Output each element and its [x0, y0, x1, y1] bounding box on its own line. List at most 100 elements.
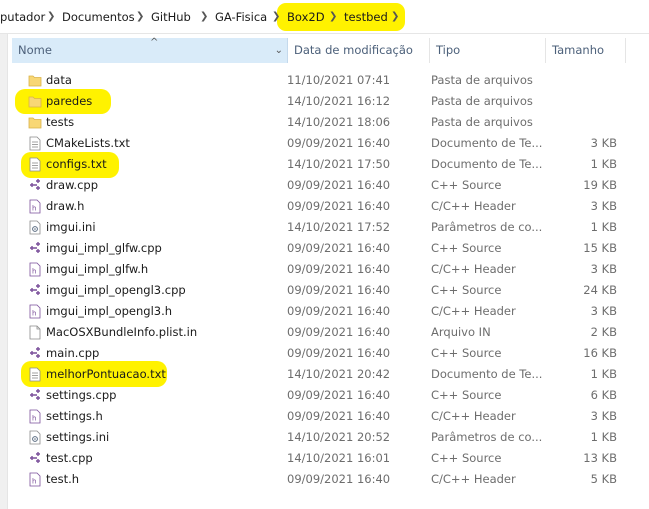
- chevron-right-icon[interactable]: ❯: [272, 8, 280, 26]
- cpp-source-icon: [28, 388, 42, 403]
- file-size: [545, 112, 617, 133]
- file-row[interactable]: h test.h 09/09/2021 16:40 C/C++ Header 5 KB: [8, 469, 649, 490]
- file-row[interactable]: h imgui_impl_glfw.h 09/09/2021 16:40 C/C++ …: [8, 259, 649, 280]
- file-row[interactable]: tests 14/10/2021 18:06 Pasta de arquivos: [8, 112, 649, 133]
- file-name: melhorPontuacao.txt: [46, 367, 166, 381]
- file-size: 3 KB: [590, 136, 617, 150]
- file-type: Parâmetros de co...: [431, 430, 543, 444]
- column-type[interactable]: Tipo: [430, 38, 546, 63]
- file-size: 2 KB: [590, 325, 617, 339]
- file-date-modified: 09/09/2021 16:40: [287, 283, 391, 297]
- file-row[interactable]: data 11/10/2021 07:41 Pasta de arquivos: [8, 70, 649, 91]
- file-type: C/C++ Header: [431, 409, 516, 423]
- file-date-modified: 09/09/2021 16:40: [287, 241, 391, 255]
- file-row[interactable]: imgui.ini 14/10/2021 17:52 Parâmetros de c…: [8, 217, 649, 238]
- file-size: 3 KB: [590, 409, 617, 423]
- file-type: Parâmetros de co...: [431, 220, 543, 234]
- file-name: imgui_impl_opengl3.h: [46, 304, 173, 318]
- chevron-right-icon[interactable]: ❯: [391, 8, 399, 26]
- file-size: 5 KB: [590, 472, 617, 486]
- cpp-source-icon: [28, 451, 42, 466]
- column-name[interactable]: Nome ^ ⌄: [12, 37, 288, 63]
- column-type-label: Tipo: [436, 43, 461, 57]
- address-bar[interactable]: putador ❯ Documentos ❯ GitHub ❯ GA-Fisic…: [0, 0, 649, 34]
- file-row[interactable]: imgui_impl_opengl3.cpp 09/09/2021 16:40 C+…: [8, 280, 649, 301]
- chevron-right-icon[interactable]: ❯: [329, 8, 337, 26]
- header-file-icon: h: [28, 304, 42, 319]
- file-size: 19 KB: [583, 178, 617, 192]
- file-date-modified: 14/10/2021 20:52: [287, 430, 391, 444]
- file-row[interactable]: CMakeLists.txt 09/09/2021 16:40 Documento …: [8, 133, 649, 154]
- generic-file-icon: [28, 325, 42, 340]
- column-header: Nome ^ ⌄ Data de modificação Tipo Tamanh…: [8, 37, 649, 63]
- file-row[interactable]: main.cpp 09/09/2021 16:40 C++ Source 16 KB: [8, 343, 649, 364]
- file-name: MacOSXBundleInfo.plist.in: [46, 325, 198, 339]
- chevron-right-icon[interactable]: ❯: [136, 8, 144, 26]
- file-row[interactable]: test.cpp 14/10/2021 16:01 C++ Source 13 KB: [8, 448, 649, 469]
- text-file-icon: [28, 136, 42, 151]
- text-file-icon: [28, 157, 42, 172]
- folder-icon: [28, 73, 42, 88]
- file-type: C/C++ Header: [431, 262, 516, 276]
- header-file-icon: h: [28, 472, 42, 487]
- file-type: C++ Source: [431, 241, 502, 255]
- svg-text:h: h: [32, 310, 36, 318]
- file-name: draw.h: [46, 199, 85, 213]
- breadcrumb-item-github[interactable]: GitHub: [151, 8, 191, 26]
- file-size: 3 KB: [590, 262, 617, 276]
- file-size: 1 KB: [590, 430, 617, 444]
- file-date-modified: 09/09/2021 16:40: [287, 388, 391, 402]
- file-name: imgui.ini: [46, 220, 96, 234]
- chevron-right-icon[interactable]: ❯: [47, 8, 55, 26]
- file-row[interactable]: h imgui_impl_opengl3.h 09/09/2021 16:40 C/C…: [8, 301, 649, 322]
- file-row[interactable]: melhorPontuacao.txt 14/10/2021 20:42 Docum…: [8, 364, 649, 385]
- cpp-source-icon: [28, 178, 42, 193]
- file-size: 15 KB: [583, 241, 617, 255]
- file-date-modified: 09/09/2021 16:40: [287, 304, 391, 318]
- file-date-modified: 14/10/2021 17:52: [287, 220, 391, 234]
- breadcrumb-item-box2d[interactable]: Box2D: [287, 8, 325, 26]
- file-row[interactable]: configs.txt 14/10/2021 17:50 Documento de …: [8, 154, 649, 175]
- file-row[interactable]: paredes 14/10/2021 16:12 Pasta de arquivos: [8, 91, 649, 112]
- chevron-right-icon[interactable]: ❯: [200, 8, 208, 26]
- file-date-modified: 09/09/2021 16:40: [287, 262, 391, 276]
- file-row[interactable]: settings.cpp 09/09/2021 16:40 C++ Source 6 …: [8, 385, 649, 406]
- file-type: Arquivo IN: [431, 325, 491, 339]
- settings-file-icon: [28, 430, 42, 445]
- file-size: 24 KB: [583, 283, 617, 297]
- column-date[interactable]: Data de modificação: [288, 38, 430, 63]
- file-row[interactable]: h draw.h 09/09/2021 16:40 C/C++ Header 3 KB: [8, 196, 649, 217]
- file-date-modified: 14/10/2021 17:50: [287, 157, 391, 171]
- file-type: Documento de Te...: [431, 136, 543, 150]
- file-type: C/C++ Header: [431, 199, 516, 213]
- file-date-modified: 09/09/2021 16:40: [287, 199, 391, 213]
- file-type: C++ Source: [431, 451, 502, 465]
- file-type: C/C++ Header: [431, 472, 516, 486]
- file-date-modified: 09/09/2021 16:40: [287, 325, 391, 339]
- file-date-modified: 09/09/2021 16:40: [287, 472, 391, 486]
- file-row[interactable]: imgui_impl_glfw.cpp 09/09/2021 16:40 C++ S…: [8, 238, 649, 259]
- cpp-source-icon: [28, 346, 42, 361]
- chevron-down-icon[interactable]: ⌄: [275, 38, 283, 63]
- file-name: tests: [46, 115, 75, 129]
- file-name: settings.ini: [46, 430, 110, 444]
- file-row[interactable]: draw.cpp 09/09/2021 16:40 C++ Source 19 KB: [8, 175, 649, 196]
- file-name: main.cpp: [46, 346, 100, 360]
- file-name: settings.cpp: [46, 388, 117, 402]
- column-size-label: Tamanho: [552, 43, 605, 57]
- breadcrumb-item-computer[interactable]: putador: [0, 8, 45, 26]
- file-size: 1 KB: [590, 367, 617, 381]
- file-row[interactable]: MacOSXBundleInfo.plist.in 09/09/2021 16:4…: [8, 322, 649, 343]
- file-date-modified: 09/09/2021 16:40: [287, 136, 391, 150]
- file-name: configs.txt: [46, 157, 107, 171]
- file-name: test.cpp: [46, 451, 93, 465]
- file-row[interactable]: h settings.h 09/09/2021 16:40 C/C++ Header 3…: [8, 406, 649, 427]
- file-row[interactable]: settings.ini 14/10/2021 20:52 Parâmetros d…: [8, 427, 649, 448]
- column-size[interactable]: Tamanho: [546, 38, 626, 63]
- breadcrumb-item-documentos[interactable]: Documentos: [62, 8, 135, 26]
- breadcrumb-item-ga-fisica[interactable]: GA-Fisica: [215, 8, 267, 26]
- breadcrumb-item-testbed[interactable]: testbed: [344, 8, 388, 26]
- svg-text:h: h: [32, 415, 36, 423]
- header-file-icon: h: [28, 262, 42, 277]
- svg-text:h: h: [32, 205, 36, 213]
